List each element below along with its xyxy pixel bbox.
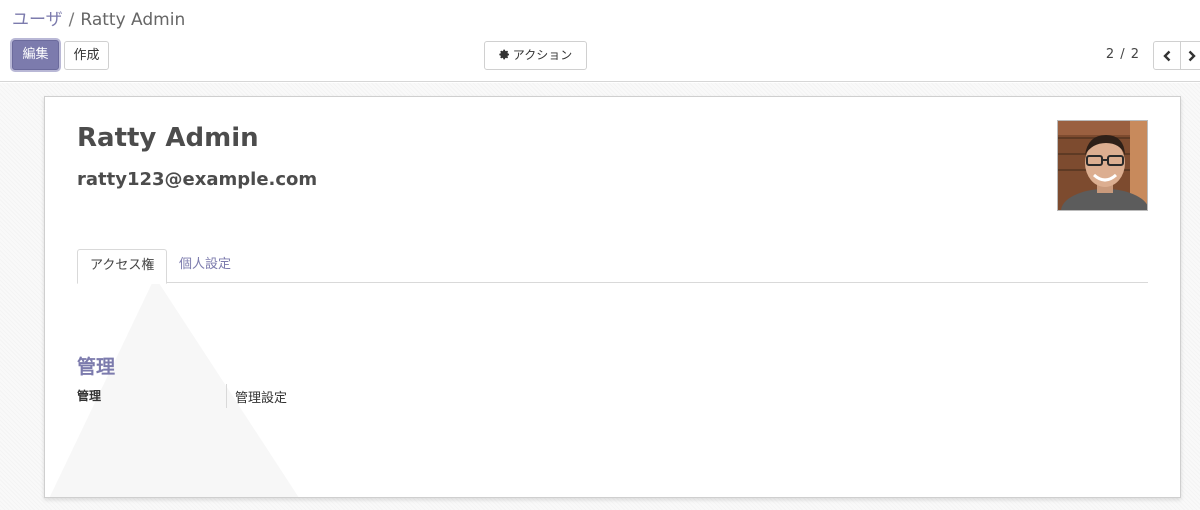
gear-icon (499, 49, 509, 60)
field-label-administration: 管理 (77, 389, 102, 403)
control-panel: ユーザ / Ratty Admin 編集 作成 アクション 2 / 2 (0, 0, 1200, 82)
chevron-right-icon (1188, 50, 1196, 61)
breadcrumb-separator: / (68, 10, 75, 30)
edit-button[interactable]: 編集 (12, 40, 59, 70)
tab-access-rights[interactable]: アクセス権 (77, 249, 168, 284)
tab-preferences[interactable]: 個人設定 (167, 249, 243, 283)
action-label: アクション (512, 48, 573, 62)
breadcrumb: ユーザ / Ratty Admin (12, 8, 185, 32)
user-name: Ratty Admin (77, 123, 259, 153)
user-login: ratty123@example.com (77, 169, 318, 190)
pager-value[interactable]: 2 / 2 (1106, 47, 1140, 62)
action-dropdown-button[interactable]: アクション (484, 41, 587, 70)
field-divider (226, 384, 227, 408)
breadcrumb-current: Ratty Admin (80, 10, 186, 30)
notebook-tabs: アクセス権 個人設定 (77, 249, 1148, 284)
breadcrumb-users-link[interactable]: ユーザ (12, 10, 63, 30)
pager-previous-button[interactable] (1153, 41, 1181, 70)
user-avatar[interactable] (1057, 120, 1148, 211)
form-sheet: Ratty Admin ratty123@example.com アクセス権 個… (44, 96, 1181, 498)
chevron-left-icon (1163, 50, 1171, 61)
field-value-administration[interactable]: 管理設定 (235, 387, 287, 406)
avatar-photo-icon (1058, 121, 1147, 210)
pager-next-button[interactable] (1180, 41, 1200, 70)
create-button[interactable]: 作成 (64, 41, 109, 70)
section-title-administration: 管理 (77, 356, 116, 378)
